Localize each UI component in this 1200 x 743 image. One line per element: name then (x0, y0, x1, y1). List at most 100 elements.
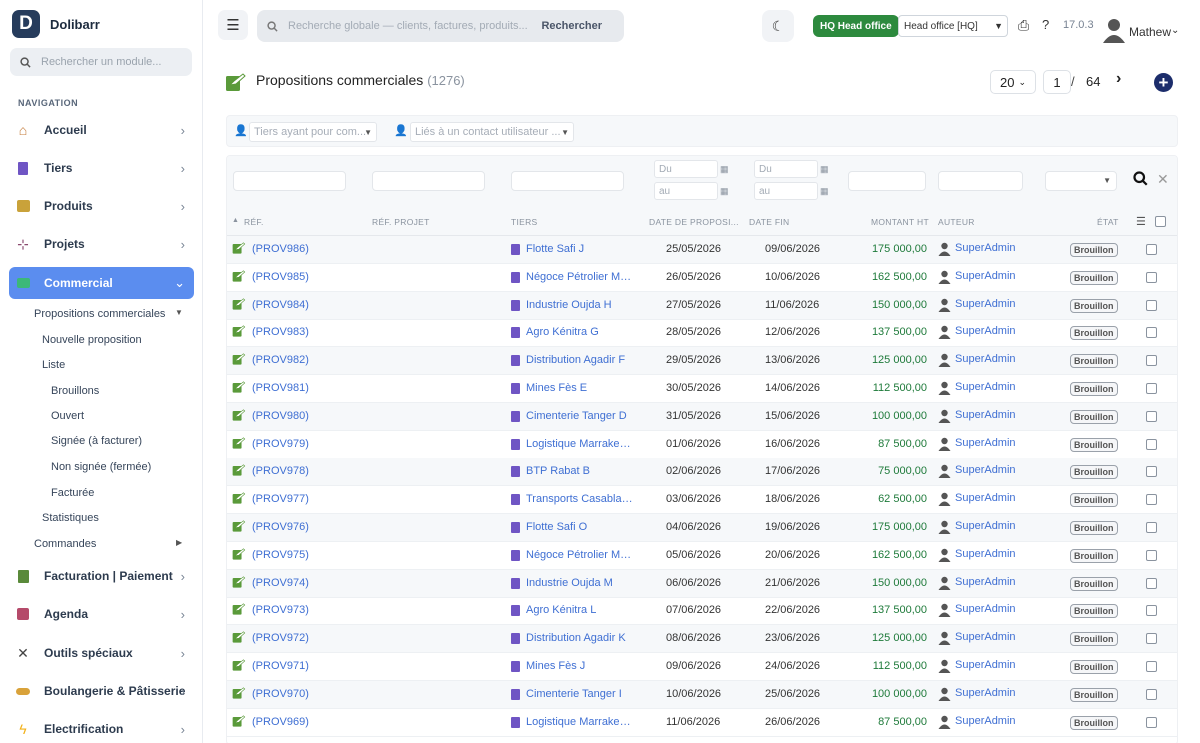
global-search-input[interactable]: Recherche globale — clients, factures, p… (257, 10, 624, 42)
col-date[interactable]: DATE DE PROPOSI... (649, 217, 739, 227)
status-filter-select[interactable]: ▼ (1045, 171, 1117, 191)
row-checkbox[interactable] (1146, 410, 1157, 422)
submenu-facturee[interactable]: Facturée (51, 487, 94, 499)
row-author-link[interactable]: SuperAdmin (955, 603, 1016, 615)
module-search-input[interactable]: Rechercher un module... (10, 48, 192, 76)
next-page-icon[interactable]: › (1116, 70, 1121, 88)
table-row[interactable]: (PROV980) Cimenterie Tanger D 31/05/2026 15… (227, 402, 1177, 431)
calendar-icon[interactable]: ▦ (720, 186, 729, 197)
row-tiers-link[interactable]: Logistique Marrakec... (526, 716, 634, 728)
author-search-input[interactable] (938, 171, 1023, 191)
row-author-link[interactable]: SuperAdmin (955, 437, 1016, 449)
row-tiers-link[interactable]: Négoce Pétrolier Mo... (526, 271, 634, 283)
row-checkbox[interactable] (1146, 271, 1157, 283)
row-tiers-link[interactable]: Distribution Agadir K (526, 632, 634, 644)
row-checkbox[interactable] (1146, 522, 1157, 533)
global-search-button[interactable]: Rechercher (541, 20, 602, 32)
row-ref-link[interactable]: (PROV977) (252, 493, 309, 505)
submenu-signee[interactable]: Signée (à facturer) (51, 435, 142, 447)
brand[interactable]: D Dolibarr (12, 10, 100, 38)
nav-item-facturation[interactable]: Facturation | Paiement › (9, 560, 194, 592)
caret-down-icon[interactable]: ▼ (175, 308, 183, 317)
row-tiers-link[interactable]: BTP Rabat B (526, 465, 634, 477)
submenu-non-signee[interactable]: Non signée (fermée) (51, 461, 151, 473)
row-author-link[interactable]: SuperAdmin (955, 687, 1016, 699)
table-row[interactable]: (PROV978) BTP Rabat B 02/06/2026 17/06/2026… (227, 458, 1177, 487)
row-ref-link[interactable]: (PROV978) (252, 465, 309, 477)
row-author-link[interactable]: SuperAdmin (955, 631, 1016, 643)
column-list-icon[interactable]: ☰ (1136, 215, 1146, 228)
row-author-link[interactable]: SuperAdmin (955, 270, 1016, 282)
row-tiers-link[interactable]: Agro Kénitra L (526, 604, 634, 616)
amount-search-input[interactable] (848, 171, 926, 191)
row-ref-link[interactable]: (PROV983) (252, 326, 309, 338)
date-to-input[interactable]: au (654, 182, 718, 200)
row-ref-link[interactable]: (PROV976) (252, 521, 309, 533)
table-row[interactable]: (PROV983) Agro Kénitra G 28/05/2026 12/06/2… (227, 319, 1177, 348)
nav-item-produits[interactable]: Produits › (9, 190, 194, 222)
submenu-statistiques[interactable]: Statistiques (42, 512, 99, 524)
submenu-commandes[interactable]: Commandes (34, 538, 96, 550)
row-author-link[interactable]: SuperAdmin (955, 409, 1016, 421)
nav-item-tiers[interactable]: Tiers › (9, 152, 194, 184)
submenu-propositions[interactable]: Propositions commerciales (34, 308, 165, 320)
table-row[interactable]: (PROV974) Industrie Oujda M 06/06/2026 21/0… (227, 569, 1177, 598)
entity-select[interactable]: Head office [HQ] ▼ (898, 15, 1008, 37)
page-size-select[interactable]: 20 ⌄ (990, 70, 1036, 94)
row-checkbox[interactable] (1146, 605, 1157, 617)
submenu-brouillons[interactable]: Brouillons (51, 385, 99, 397)
col-author[interactable]: AUTEUR (938, 217, 975, 227)
table-row[interactable]: (PROV979) Logistique Marrakec... 01/06/202… (227, 431, 1177, 459)
table-row[interactable]: (PROV976) Flotte Safi O 04/06/2026 19/06/20… (227, 514, 1177, 542)
row-tiers-link[interactable]: Mines Fès J (526, 660, 634, 672)
submenu-ouvert[interactable]: Ouvert (51, 410, 84, 422)
tiers-search-input[interactable] (511, 171, 624, 191)
end-date-to-input[interactable]: au (754, 182, 818, 200)
row-checkbox[interactable] (1146, 327, 1157, 339)
row-checkbox[interactable] (1146, 661, 1157, 672)
row-author-link[interactable]: SuperAdmin (955, 242, 1016, 254)
row-ref-link[interactable]: (PROV975) (252, 549, 309, 561)
row-tiers-link[interactable]: Cimenterie Tanger I (526, 688, 634, 700)
end-date-from-input[interactable]: Du (754, 160, 818, 178)
clear-filter-icon[interactable]: ✕ (1157, 171, 1169, 188)
row-tiers-link[interactable]: Transports Casablan... (526, 493, 634, 505)
col-tiers[interactable]: TIERS (511, 217, 538, 227)
row-ref-link[interactable]: (PROV971) (252, 660, 309, 672)
calendar-icon[interactable]: ▦ (720, 164, 729, 175)
row-ref-link[interactable]: (PROV974) (252, 577, 309, 589)
calendar-icon[interactable]: ▦ (820, 186, 829, 197)
nav-item-projets[interactable]: ⊹ Projets › (9, 228, 194, 260)
row-author-link[interactable]: SuperAdmin (955, 381, 1016, 393)
row-tiers-link[interactable]: Industrie Oujda H (526, 299, 634, 311)
col-amount[interactable]: MONTANT HT (871, 217, 929, 227)
table-row[interactable]: (PROV977) Transports Casablan... 03/06/202… (227, 486, 1177, 515)
page-number-input[interactable]: 1 (1043, 70, 1071, 94)
row-ref-link[interactable]: (PROV979) (252, 438, 309, 450)
row-checkbox[interactable] (1146, 688, 1157, 700)
menu-toggle-button[interactable]: ☰ (218, 10, 248, 40)
nav-item-accueil[interactable]: ⌂ Accueil › (9, 114, 194, 146)
table-row[interactable]: (PROV971) Mines Fès J 09/06/2026 24/06/2026… (227, 653, 1177, 681)
row-author-link[interactable]: SuperAdmin (955, 325, 1016, 337)
contact-filter-select[interactable]: Liés à un contact utilisateur ... ▼ (410, 122, 574, 142)
add-proposal-button[interactable]: + (1154, 73, 1173, 92)
ref-search-input[interactable] (233, 171, 346, 191)
row-author-link[interactable]: SuperAdmin (955, 576, 1016, 588)
table-row[interactable]: (PROV985) Négoce Pétrolier Mo... 26/05/202… (227, 264, 1177, 292)
col-status[interactable]: ÉTAT (1097, 217, 1119, 227)
row-author-link[interactable]: SuperAdmin (955, 659, 1016, 671)
project-search-input[interactable] (372, 171, 485, 191)
row-author-link[interactable]: SuperAdmin (955, 298, 1016, 310)
submenu-nouvelle[interactable]: Nouvelle proposition (42, 334, 142, 346)
page-total[interactable]: 64 (1086, 74, 1100, 89)
row-tiers-link[interactable]: Agro Kénitra G (526, 326, 634, 338)
row-author-link[interactable]: SuperAdmin (955, 353, 1016, 365)
thirdparty-filter-select[interactable]: Tiers ayant pour com... ▼ (249, 122, 377, 142)
user-name[interactable]: Mathew (1129, 25, 1171, 39)
table-row[interactable]: (PROV982) Distribution Agadir F 29/05/2026… (227, 347, 1177, 376)
help-icon[interactable]: ? (1042, 17, 1049, 32)
dark-mode-button[interactable]: ☾ (762, 10, 794, 42)
nav-item-agenda[interactable]: Agenda › (9, 598, 194, 630)
submenu-liste[interactable]: Liste (42, 359, 65, 371)
